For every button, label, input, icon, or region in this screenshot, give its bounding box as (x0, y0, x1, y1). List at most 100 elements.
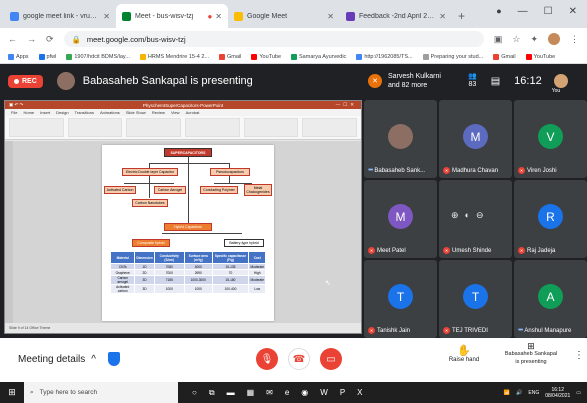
task-view-icon[interactable]: ⧉ (209, 388, 215, 398)
end-call-button[interactable]: ☎ (288, 348, 310, 370)
screen: google meet link - vrushali@... ✕ Meet -… (0, 0, 587, 403)
bookmark-item[interactable]: Preparing your stud... (422, 53, 483, 60)
browser-tab-1[interactable]: Meet - bus-wisv-tzj ● ✕ (116, 4, 228, 28)
close-tab-icon[interactable]: ✕ (439, 12, 446, 21)
word-icon[interactable]: W (320, 388, 328, 398)
store-icon[interactable]: ▦ (247, 388, 255, 398)
forward-icon[interactable]: → (27, 34, 36, 44)
reload-icon[interactable]: ⟳ (46, 34, 54, 45)
powerpoint-icon[interactable]: P (340, 388, 345, 398)
browser-menu-icon[interactable]: ● (496, 6, 501, 16)
ppt-menu-tab[interactable]: Animations (100, 110, 120, 115)
close-tab-icon[interactable]: ✕ (327, 12, 334, 21)
network-icon[interactable]: 📶 (504, 390, 510, 396)
participant-tile[interactable]: ⊕ ◐ ⊖ ✕ Umesh Shinde (439, 180, 512, 258)
speaking-indicator-icon: ••• (518, 327, 523, 334)
camera-icon[interactable]: ▣ (494, 34, 503, 45)
remove-participant-icon[interactable]: ⊖ (476, 210, 484, 221)
ppt-menu-tab[interactable]: Acrobat (186, 110, 200, 115)
browser-toolbar: ← → ⟳ 🔒 meet.google.com/bus-wisv-tzj ▣ ☆… (0, 28, 587, 50)
ppt-workspace: SUPERCAPACITORS Electric Double layer Ca… (5, 141, 361, 325)
ppt-menu-tab[interactable]: Home (23, 110, 34, 115)
security-shield-icon[interactable] (108, 352, 120, 366)
more-options-icon[interactable]: ⋮ (574, 350, 584, 361)
ppt-menu-tab[interactable]: File (11, 110, 17, 115)
ppt-menu-tab[interactable]: View (171, 110, 180, 115)
mic-toggle-button[interactable]: 🎙 (256, 348, 278, 370)
chat-icon[interactable]: ▤ (491, 76, 500, 87)
participant-name-row: ••• Anshul Manapure (518, 327, 585, 334)
ppt-menu-tab[interactable]: Slide Show (126, 110, 146, 115)
participant-tile[interactable]: R ✕ Raj Jadeja (514, 180, 587, 258)
mute-participant-icon[interactable]: ◐ (465, 210, 470, 221)
taskbar-search-box[interactable]: ⌕ Type here to search (24, 382, 178, 403)
participant-tile[interactable]: A ••• Anshul Manapure (514, 260, 587, 338)
people-button[interactable]: 👥 83 (468, 73, 477, 89)
taskbar-apps: ○ ⧉ ▬ ▦ ✉ e ◉ W P X (178, 388, 363, 398)
maximize-button[interactable]: ☐ (544, 6, 553, 17)
browser-tab-strip: google meet link - vrushali@... ✕ Meet -… (0, 0, 587, 28)
bookmark-item[interactable]: Samarya Ayurvedic (291, 53, 346, 60)
cortana-icon[interactable]: ○ (192, 388, 197, 398)
bookmark-item[interactable]: 1907/hdcit BDMS/lay... (66, 53, 130, 60)
bookmark-item[interactable]: Gmail (219, 53, 241, 60)
self-avatar[interactable]: You (552, 74, 568, 94)
meeting-details-button[interactable]: Meeting details ^ (18, 354, 96, 365)
bookmark-item[interactable]: HRMS Mendrire 15-4 2... (139, 53, 209, 60)
participant-tile[interactable]: M ✕ Madhura Chavan (439, 100, 512, 178)
bookmark-item[interactable]: Gmail (493, 53, 516, 60)
ppt-menu-tab[interactable]: Design (56, 110, 68, 115)
edge-icon[interactable]: e (285, 388, 289, 398)
avatar-initial: A (546, 289, 555, 304)
browser-tab-0[interactable]: google meet link - vrushali@... ✕ (4, 4, 116, 28)
ppt-menu-tab[interactable]: Insert (40, 110, 50, 115)
chrome-menu-icon[interactable]: ⋮ (570, 34, 579, 45)
participant-avatar: A (538, 284, 563, 309)
table-cell: Carbon aerogel (109, 275, 136, 285)
extensions-icon[interactable]: ✦ (530, 34, 538, 45)
close-window-button[interactable]: ✕ (569, 6, 577, 17)
participant-tile[interactable]: T ✕ TEJ TRIVEDI (439, 260, 512, 338)
new-tab-icon[interactable]: + (458, 9, 465, 23)
taskbar-clock[interactable]: 16:12 08/04/2021 (545, 387, 570, 399)
camera-toggle-button[interactable]: ▭ (320, 348, 342, 370)
participant-tile[interactable]: V ✕ Viren Joshi (514, 100, 587, 178)
bookmark-item[interactable]: YouTube (525, 53, 555, 60)
file-explorer-icon[interactable]: ▬ (227, 388, 235, 398)
close-tab-icon[interactable]: ✕ (215, 12, 222, 21)
bookmark-item[interactable]: Apps (8, 53, 29, 60)
bookmark-item[interactable]: YouTube (251, 53, 281, 60)
windows-start-icon[interactable]: ⊞ (0, 387, 24, 398)
address-bar[interactable]: 🔒 meet.google.com/bus-wisv-tzj (63, 31, 484, 47)
bookmark-item[interactable]: pfwl (38, 53, 56, 60)
participant-tile[interactable]: M ✕ Meet Patel (364, 180, 437, 258)
notifications-icon[interactable]: ▭ (576, 390, 581, 396)
participant-name: TEJ TRIVEDI (452, 327, 488, 334)
connector-line (149, 163, 229, 164)
participant-tile[interactable]: T ✕ Tanishk Jain (364, 260, 437, 338)
table-header: Specific capacitance (F/g) (211, 251, 250, 264)
back-icon[interactable]: ← (8, 34, 17, 44)
bookmarks-bar: Apps pfwl 1907/hdcit BDMS/lay... HRMS Mendr… (0, 50, 587, 64)
presenter-avatar (56, 72, 75, 90)
ppt-menu-tab[interactable]: Transitions (75, 110, 94, 115)
present-now-button[interactable]: ⊞ Babasaheb Sankapal is presenting (498, 342, 564, 366)
pin-icon[interactable]: ⊕ (451, 210, 459, 221)
chrome-icon[interactable]: ◉ (301, 388, 308, 398)
participant-tile[interactable]: ••• Babasaheb Sank... (364, 100, 437, 178)
minimize-button[interactable]: — (518, 6, 528, 17)
browser-tab-2[interactable]: Google Meet ✕ (228, 4, 340, 28)
ppt-menu-tab[interactable]: Review (152, 110, 165, 115)
browser-tab-3[interactable]: Feedback -2nd April 2021 - Goo... ✕ (340, 4, 452, 28)
close-tab-icon[interactable]: ✕ (103, 12, 110, 21)
excel-icon[interactable]: X (357, 388, 362, 398)
bookmark-label: Apps (16, 53, 29, 60)
volume-icon[interactable]: 🔊 (516, 390, 522, 396)
bookmark-star-icon[interactable]: ☆ (512, 34, 520, 45)
connector-line (229, 176, 230, 183)
raise-hand-button[interactable]: ✋ Raise hand (444, 344, 484, 363)
profile-avatar[interactable] (548, 33, 560, 45)
mail-icon[interactable]: ✉ (266, 388, 273, 398)
language-indicator[interactable]: ENG (528, 390, 539, 396)
bookmark-item[interactable]: http://1962085/TS... (356, 53, 413, 60)
